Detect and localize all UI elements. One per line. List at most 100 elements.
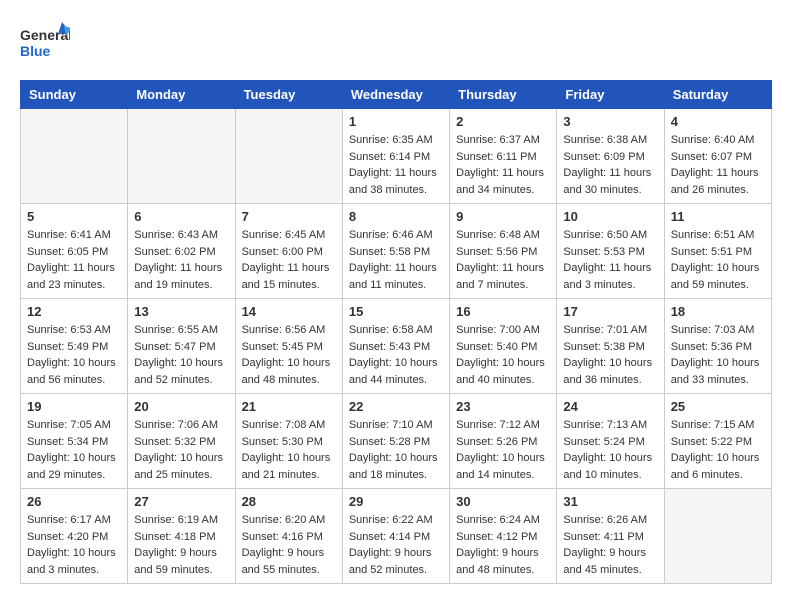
calendar-cell: 13 Sunrise: 6:55 AM Sunset: 5:47 PM Dayli… [128,299,235,394]
day-info: Sunrise: 7:00 AM Sunset: 5:40 PM Dayligh… [456,322,550,388]
day-info: Sunrise: 7:01 AM Sunset: 5:38 PM Dayligh… [563,322,657,388]
day-number: 29 [349,494,443,509]
calendar-cell: 10Sunrise: 6:50 AM Sunset: 5:53 PM Dayli… [557,204,664,299]
calendar-body: 1 Sunrise: 6:35 AM Sunset: 6:14 PM Daylig… [21,109,772,584]
day-info: Sunrise: 7:10 AM Sunset: 5:28 PM Dayligh… [349,417,443,483]
day-info: Sunrise: 6:24 AM Sunset: 4:12 PM Dayligh… [456,512,550,578]
calendar-cell: 6 Sunrise: 6:43 AM Sunset: 6:02 PM Daylig… [128,204,235,299]
calendar-cell: 22Sunrise: 7:10 AM Sunset: 5:28 PM Dayli… [342,394,449,489]
day-info: Sunrise: 6:38 AM Sunset: 6:09 PM Dayligh… [563,132,657,198]
calendar-header: SundayMondayTuesdayWednesdayThursdayFrid… [21,81,772,109]
calendar-cell: 30 Sunrise: 6:24 AM Sunset: 4:12 PM Dayli… [450,489,557,584]
day-number: 14 [242,304,336,319]
day-number: 15 [349,304,443,319]
day-number: 23 [456,399,550,414]
calendar-cell: 11 Sunrise: 6:51 AM Sunset: 5:51 PM Dayli… [664,204,771,299]
calendar-cell: 21Sunrise: 7:08 AM Sunset: 5:30 PM Dayli… [235,394,342,489]
day-info: Sunrise: 7:13 AM Sunset: 5:24 PM Dayligh… [563,417,657,483]
day-number: 2 [456,114,550,129]
calendar-cell: 12Sunrise: 6:53 AM Sunset: 5:49 PM Dayli… [21,299,128,394]
week-row-2: 5Sunrise: 6:41 AM Sunset: 6:05 PM Daylig… [21,204,772,299]
calendar-cell: 16Sunrise: 7:00 AM Sunset: 5:40 PM Dayli… [450,299,557,394]
day-number: 1 [349,114,443,129]
day-number: 7 [242,209,336,224]
calendar-cell: 19 Sunrise: 7:05 AM Sunset: 5:34 PM Dayli… [21,394,128,489]
day-number: 13 [134,304,228,319]
calendar-cell: 7Sunrise: 6:45 AM Sunset: 6:00 PM Daylig… [235,204,342,299]
weekday-header-row: SundayMondayTuesdayWednesdayThursdayFrid… [21,81,772,109]
logo: General Blue [20,20,70,70]
calendar-cell: 26 Sunrise: 6:17 AM Sunset: 4:20 PM Dayli… [21,489,128,584]
calendar-cell: 9Sunrise: 6:48 AM Sunset: 5:56 PM Daylig… [450,204,557,299]
day-number: 8 [349,209,443,224]
day-number: 6 [134,209,228,224]
day-number: 4 [671,114,765,129]
day-info: Sunrise: 6:48 AM Sunset: 5:56 PM Dayligh… [456,227,550,293]
day-number: 28 [242,494,336,509]
day-info: Sunrise: 6:43 AM Sunset: 6:02 PM Dayligh… [134,227,228,293]
page-header: General Blue [20,20,772,70]
calendar-cell: 28 Sunrise: 6:20 AM Sunset: 4:16 PM Dayli… [235,489,342,584]
day-number: 19 [27,399,121,414]
day-number: 31 [563,494,657,509]
svg-text:Blue: Blue [20,43,51,59]
day-number: 27 [134,494,228,509]
weekday-header-wednesday: Wednesday [342,81,449,109]
calendar-cell: 20Sunrise: 7:06 AM Sunset: 5:32 PM Dayli… [128,394,235,489]
day-info: Sunrise: 6:19 AM Sunset: 4:18 PM Dayligh… [134,512,228,578]
day-info: Sunrise: 6:41 AM Sunset: 6:05 PM Dayligh… [27,227,121,293]
weekday-header-sunday: Sunday [21,81,128,109]
calendar-cell: 17 Sunrise: 7:01 AM Sunset: 5:38 PM Dayli… [557,299,664,394]
day-number: 30 [456,494,550,509]
calendar-cell [128,109,235,204]
weekday-header-monday: Monday [128,81,235,109]
calendar-cell: 25 Sunrise: 7:15 AM Sunset: 5:22 PM Dayli… [664,394,771,489]
week-row-5: 26 Sunrise: 6:17 AM Sunset: 4:20 PM Dayli… [21,489,772,584]
calendar-cell: 23 Sunrise: 7:12 AM Sunset: 5:26 PM Dayli… [450,394,557,489]
day-number: 18 [671,304,765,319]
week-row-4: 19 Sunrise: 7:05 AM Sunset: 5:34 PM Dayli… [21,394,772,489]
day-info: Sunrise: 6:50 AM Sunset: 5:53 PM Dayligh… [563,227,657,293]
calendar-cell: 3 Sunrise: 6:38 AM Sunset: 6:09 PM Daylig… [557,109,664,204]
day-info: Sunrise: 7:05 AM Sunset: 5:34 PM Dayligh… [27,417,121,483]
calendar-cell: 31 Sunrise: 6:26 AM Sunset: 4:11 PM Dayli… [557,489,664,584]
calendar-cell [21,109,128,204]
day-number: 24 [563,399,657,414]
day-number: 25 [671,399,765,414]
weekday-header-thursday: Thursday [450,81,557,109]
day-info: Sunrise: 6:55 AM Sunset: 5:47 PM Dayligh… [134,322,228,388]
calendar-cell: 8Sunrise: 6:46 AM Sunset: 5:58 PM Daylig… [342,204,449,299]
day-info: Sunrise: 6:26 AM Sunset: 4:11 PM Dayligh… [563,512,657,578]
day-info: Sunrise: 6:51 AM Sunset: 5:51 PM Dayligh… [671,227,765,293]
day-info: Sunrise: 7:15 AM Sunset: 5:22 PM Dayligh… [671,417,765,483]
day-number: 21 [242,399,336,414]
day-info: Sunrise: 6:20 AM Sunset: 4:16 PM Dayligh… [242,512,336,578]
day-number: 26 [27,494,121,509]
day-info: Sunrise: 6:56 AM Sunset: 5:45 PM Dayligh… [242,322,336,388]
day-info: Sunrise: 7:12 AM Sunset: 5:26 PM Dayligh… [456,417,550,483]
day-info: Sunrise: 6:35 AM Sunset: 6:14 PM Dayligh… [349,132,443,198]
day-info: Sunrise: 6:40 AM Sunset: 6:07 PM Dayligh… [671,132,765,198]
day-info: Sunrise: 7:03 AM Sunset: 5:36 PM Dayligh… [671,322,765,388]
day-number: 11 [671,209,765,224]
weekday-header-tuesday: Tuesday [235,81,342,109]
day-info: Sunrise: 6:53 AM Sunset: 5:49 PM Dayligh… [27,322,121,388]
calendar-cell: 5Sunrise: 6:41 AM Sunset: 6:05 PM Daylig… [21,204,128,299]
weekday-header-friday: Friday [557,81,664,109]
day-info: Sunrise: 6:58 AM Sunset: 5:43 PM Dayligh… [349,322,443,388]
calendar-cell [235,109,342,204]
calendar-cell: 2 Sunrise: 6:37 AM Sunset: 6:11 PM Daylig… [450,109,557,204]
day-info: Sunrise: 6:37 AM Sunset: 6:11 PM Dayligh… [456,132,550,198]
calendar-cell: 18 Sunrise: 7:03 AM Sunset: 5:36 PM Dayli… [664,299,771,394]
day-number: 3 [563,114,657,129]
calendar-cell: 29 Sunrise: 6:22 AM Sunset: 4:14 PM Dayli… [342,489,449,584]
day-info: Sunrise: 6:22 AM Sunset: 4:14 PM Dayligh… [349,512,443,578]
calendar-table: SundayMondayTuesdayWednesdayThursdayFrid… [20,80,772,584]
weekday-header-saturday: Saturday [664,81,771,109]
calendar-cell [664,489,771,584]
week-row-3: 12Sunrise: 6:53 AM Sunset: 5:49 PM Dayli… [21,299,772,394]
day-number: 17 [563,304,657,319]
day-info: Sunrise: 6:17 AM Sunset: 4:20 PM Dayligh… [27,512,121,578]
calendar-cell: 4 Sunrise: 6:40 AM Sunset: 6:07 PM Daylig… [664,109,771,204]
logo-graphic: General Blue [20,20,70,70]
